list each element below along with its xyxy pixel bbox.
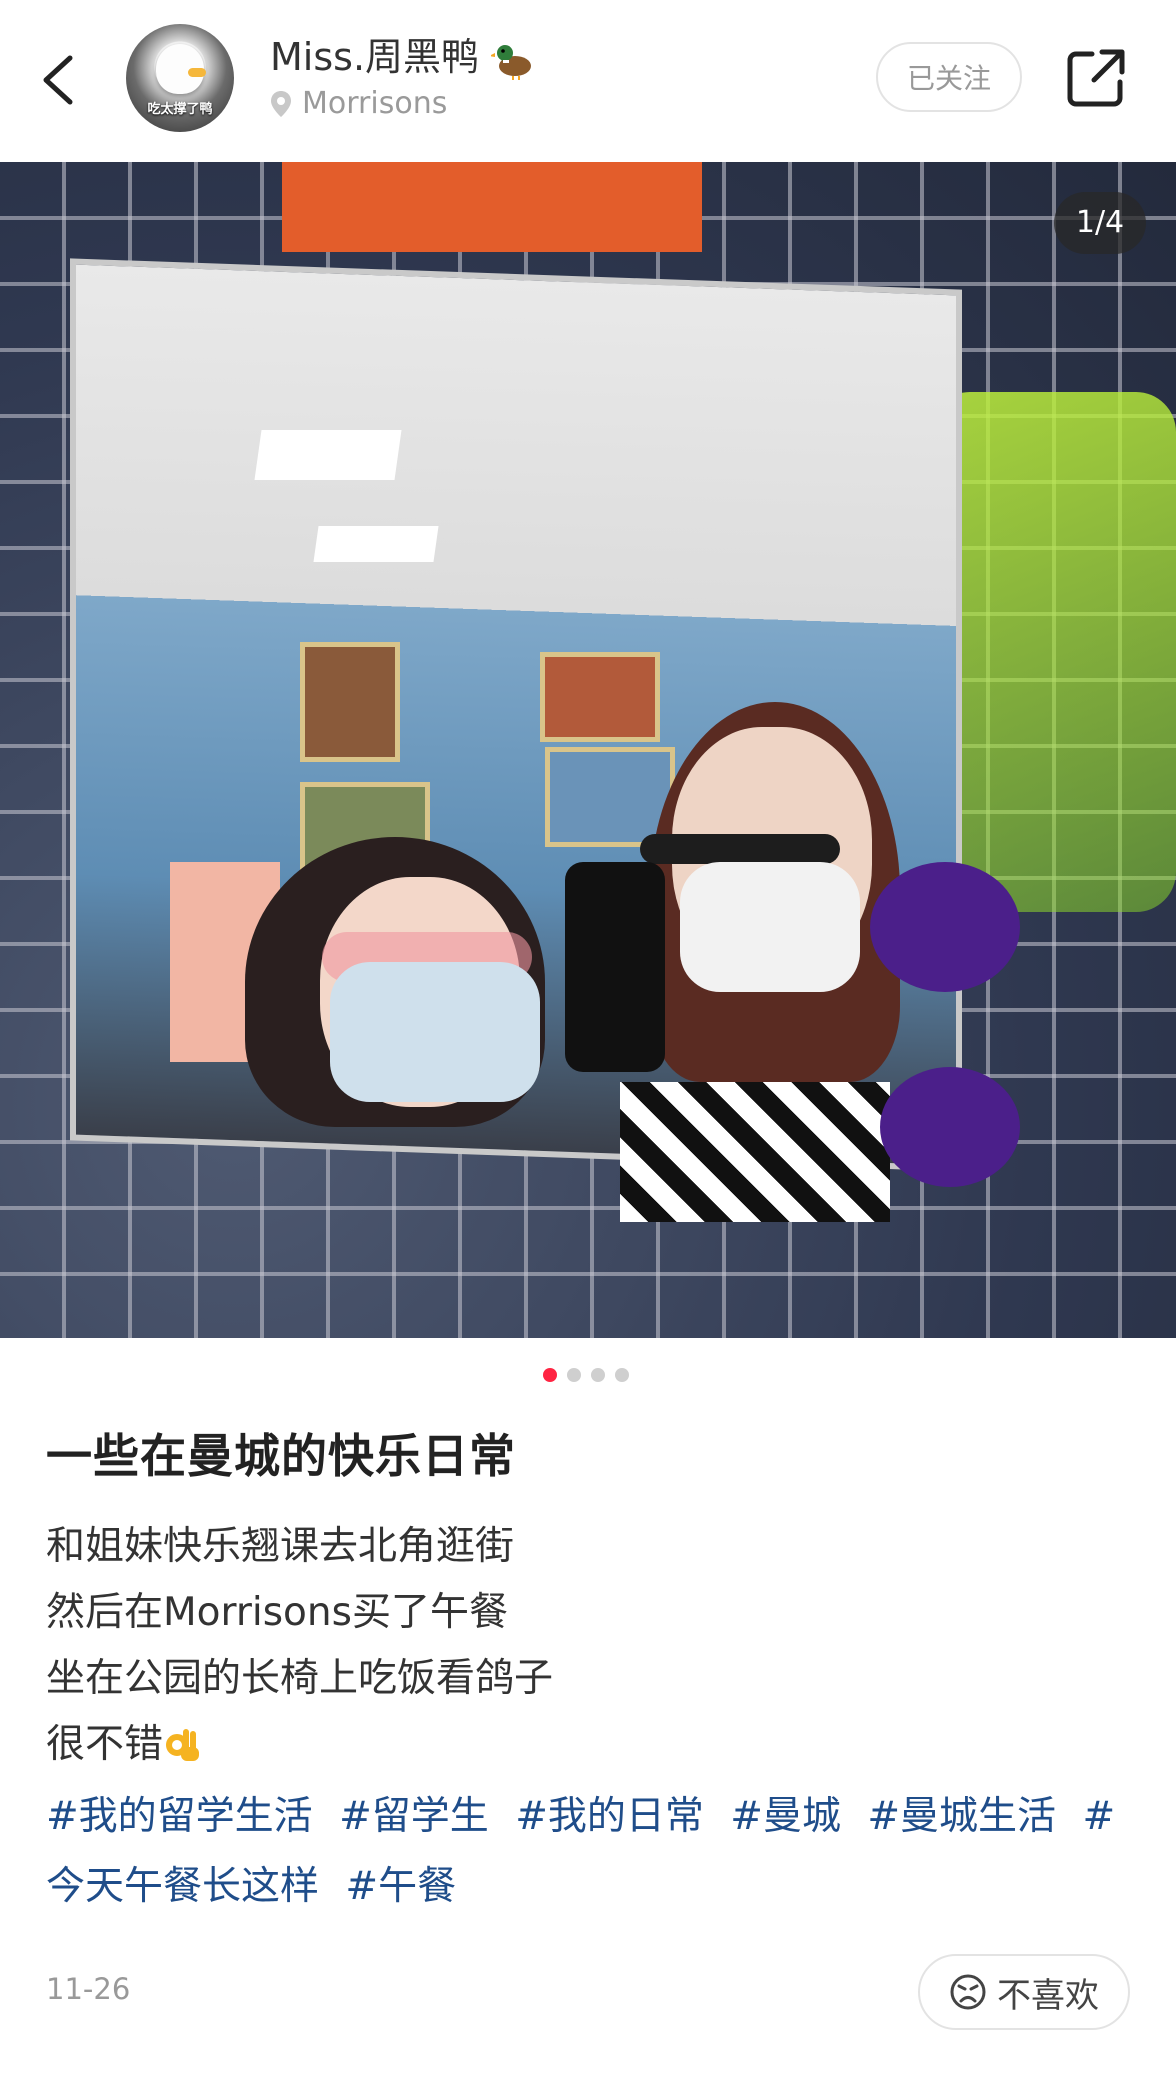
hashtag-link[interactable]: #曼城 (730, 1794, 841, 1839)
share-button[interactable] (1062, 44, 1130, 112)
location-pin-icon (271, 90, 291, 117)
image-counter: 1/4 (1054, 192, 1146, 254)
location-tag[interactable]: Morrisons (270, 86, 447, 121)
pagination-dot[interactable] (591, 1368, 605, 1382)
follow-button[interactable]: 已关注 (876, 42, 1022, 112)
phone-in-photo (565, 862, 665, 1072)
hashtag-link[interactable]: #留学生 (339, 1794, 489, 1839)
post-title: 一些在曼城的快乐日常 (46, 1429, 516, 1483)
location-label: Morrisons (302, 86, 448, 121)
pagination-dot[interactable] (567, 1368, 581, 1382)
hashtag-list: #我的留学生活 #留学生 #我的日常 #曼城 #曼城生活 #今天午餐长这样 #午… (46, 1782, 1136, 1922)
store-sign (282, 162, 702, 252)
hashtag-link[interactable]: #曼城生活 (867, 1794, 1056, 1839)
avatar-caption: 吃太撑了鸭 (147, 102, 213, 117)
unhappy-face-icon (950, 1974, 986, 2010)
chevron-left-icon (43, 55, 73, 105)
pagination-dot-active[interactable] (543, 1368, 557, 1382)
post-body-line-row: 很不错 (46, 1712, 1136, 1778)
green-sunglasses-display (930, 392, 1176, 912)
carousel-pagination (543, 1368, 629, 1382)
post-body: 和姐妹快乐翘课去北角逛街 然后在Morrisons买了午餐 坐在公园的长椅上吃饭… (46, 1514, 1136, 1778)
pagination-dot[interactable] (615, 1368, 629, 1382)
post-image-carousel[interactable]: 1/4 (0, 162, 1176, 1338)
back-button[interactable] (32, 48, 92, 112)
ok-hand-emoji-icon (166, 1729, 200, 1761)
hashtag-link[interactable]: #午餐 (345, 1864, 456, 1909)
dislike-label: 不喜欢 (997, 1975, 1099, 2016)
author-name-row[interactable]: Miss.周黑鸭 (270, 26, 535, 81)
dislike-button[interactable]: 不喜欢 (918, 1954, 1130, 2030)
purple-sunglasses-display (870, 862, 1020, 992)
post-body-line: 和姐妹快乐翘课去北角逛街 (46, 1524, 515, 1569)
author-name[interactable]: Miss.周黑鸭 (270, 35, 479, 79)
share-icon (1067, 49, 1125, 107)
post-date: 11-26 (46, 1972, 131, 2006)
post-header: 吃太撑了鸭 Miss.周黑鸭 Morrisons 已关注 (0, 0, 1176, 160)
hashtag-link[interactable]: #我的日常 (515, 1794, 704, 1839)
author-avatar[interactable]: 吃太撑了鸭 (126, 24, 234, 132)
post-body-line: 坐在公园的长椅上吃饭看鸽子 (46, 1656, 554, 1701)
post-body-line: 很不错 (46, 1722, 164, 1767)
duck-emoji-icon (491, 44, 532, 80)
post-body-line: 然后在Morrisons买了午餐 (46, 1590, 508, 1635)
hashtag-link[interactable]: #我的留学生活 (46, 1794, 313, 1839)
